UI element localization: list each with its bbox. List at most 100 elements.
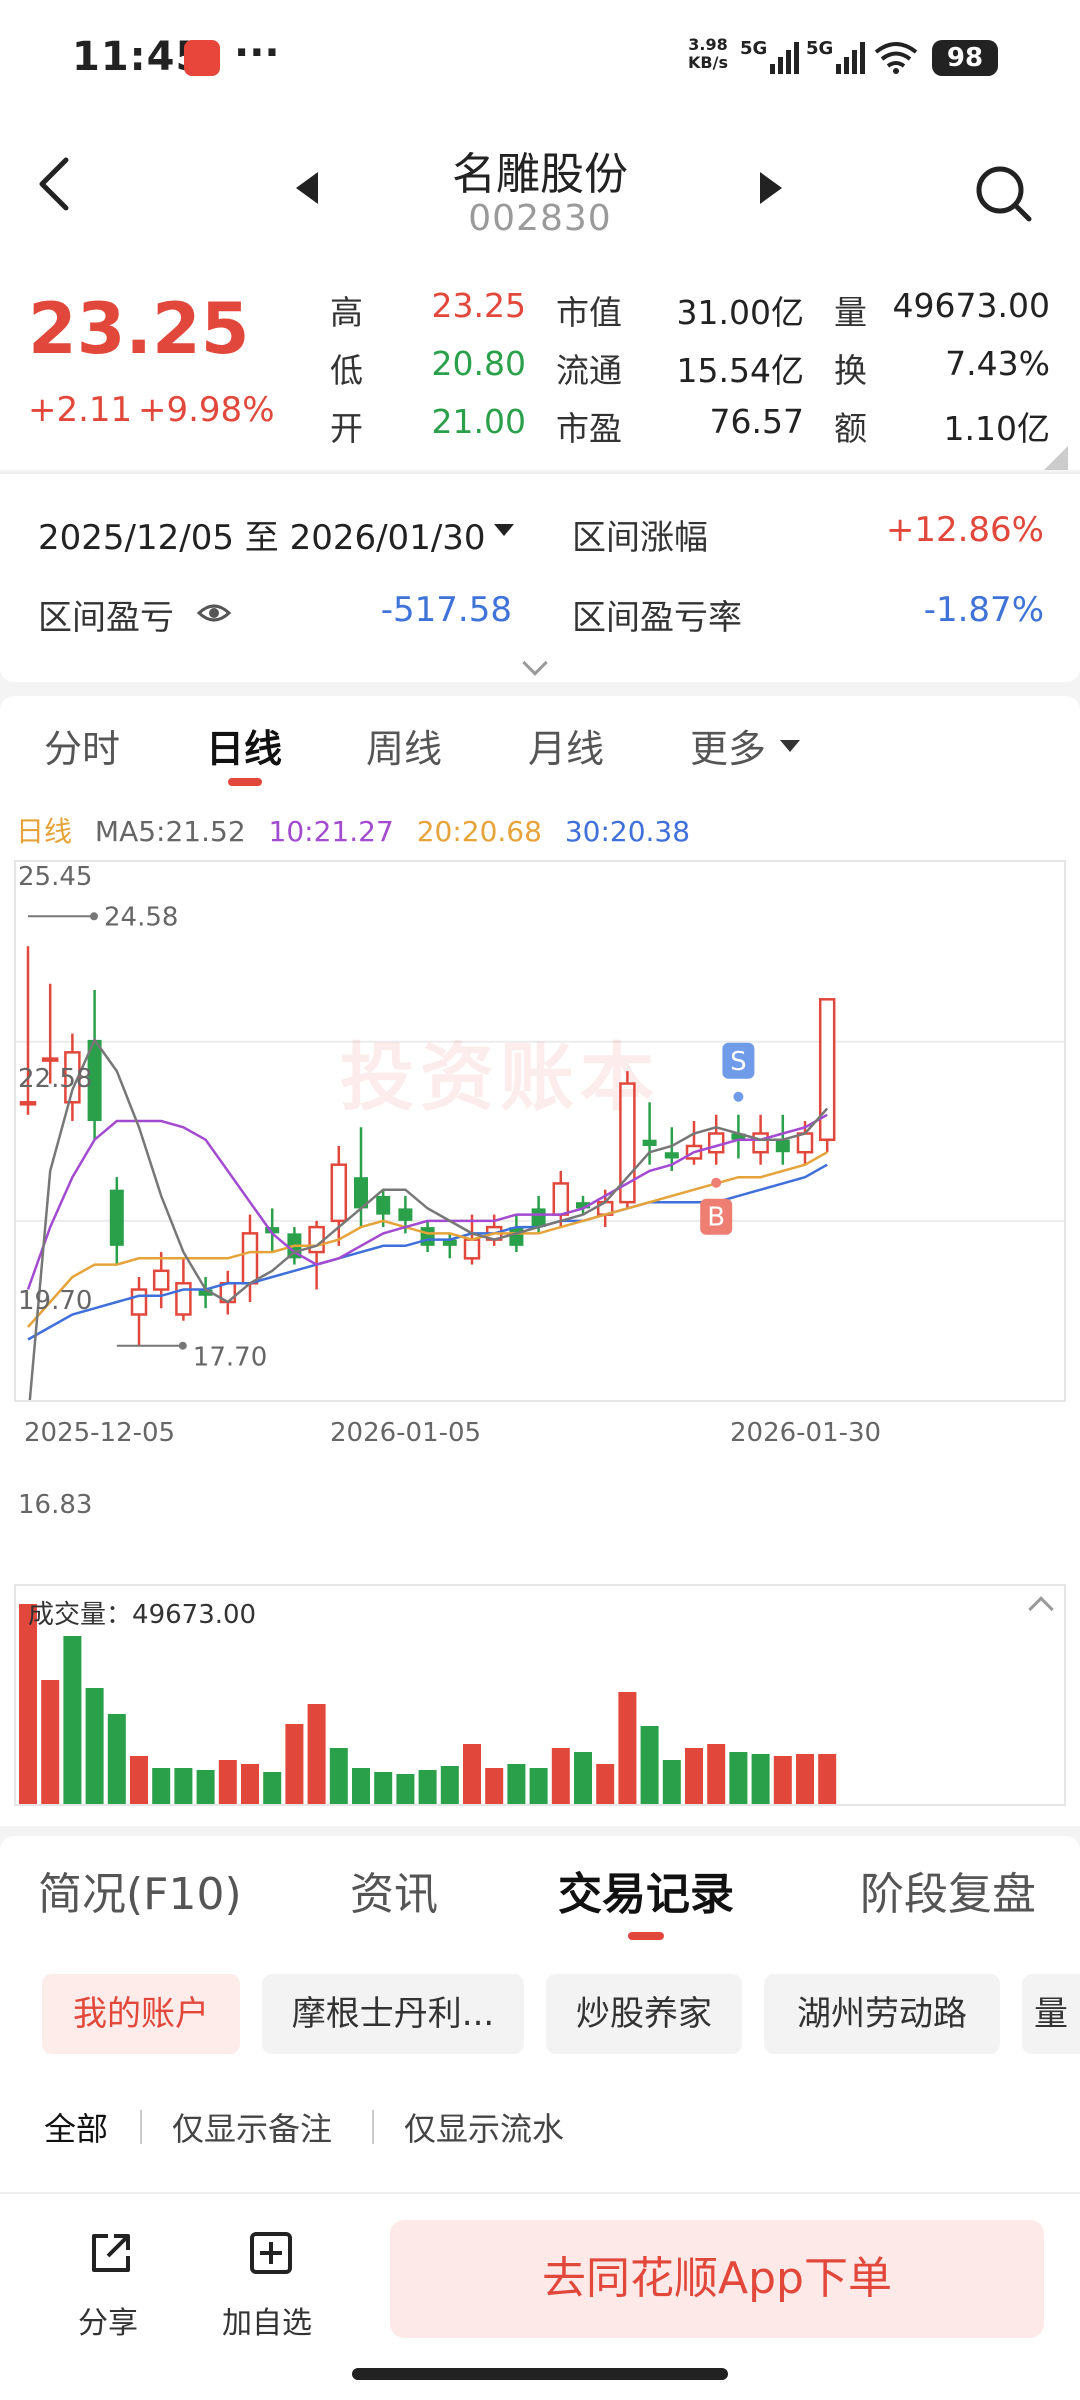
- account-chip-mine[interactable]: 我的账户: [42, 1974, 240, 2054]
- tab-intraday[interactable]: 分时: [44, 718, 120, 773]
- max-dot: [90, 912, 98, 921]
- eye-icon[interactable]: [196, 598, 232, 628]
- chart-section: 分时 日线 周线 月线 更多 日线 MA5:21.52 10:21.27 20:…: [0, 696, 1080, 1826]
- volume-bar: [551, 1748, 570, 1804]
- y-tick-top: 25.45: [18, 862, 93, 892]
- volume-bar: [196, 1770, 215, 1804]
- max-label: 24.58: [104, 902, 178, 932]
- tab-monthly[interactable]: 月线: [528, 718, 604, 773]
- y-tick-bottom: 16.83: [18, 1490, 93, 1520]
- range-gain-label: 区间涨幅: [572, 518, 708, 558]
- volume-bar: [307, 1704, 326, 1804]
- filter-notes[interactable]: 仅显示备注: [172, 2104, 332, 2150]
- sell-marker-label: S: [730, 1047, 747, 1077]
- tab-daily[interactable]: 日线: [206, 718, 282, 773]
- x-tick-end: 2026-01-30: [730, 1418, 882, 1448]
- stock-code: 002830: [468, 198, 612, 239]
- buy-dot: [711, 1177, 722, 1188]
- stock-header: 名雕股份 002830: [0, 110, 1080, 260]
- volume-bar: [130, 1756, 148, 1804]
- low-label: 低: [330, 351, 363, 390]
- account-chip-chaogu[interactable]: 炒股养家: [546, 1974, 742, 2054]
- volume-bar: [729, 1752, 748, 1804]
- add-favorite-button[interactable]: 加自选: [222, 2298, 312, 2342]
- high-value: 23.25: [431, 286, 526, 325]
- share-button[interactable]: 分享: [78, 2298, 138, 2342]
- stock-name: 名雕股份: [452, 149, 628, 200]
- account-chip-huzhou[interactable]: 湖州劳动路: [764, 1974, 1000, 2054]
- filter-flow[interactable]: 仅显示流水: [404, 2104, 564, 2150]
- volume-bar: [329, 1748, 348, 1804]
- net-speed-unit: KB/s: [688, 53, 728, 72]
- candle-body: [707, 1132, 725, 1154]
- ma-legend-title: 日线: [16, 815, 73, 848]
- range-gain-value: +12.86%: [885, 510, 1044, 550]
- volume-bar: [241, 1764, 259, 1804]
- account-chip-morgan[interactable]: 摩根士丹利...: [262, 1974, 524, 2054]
- share-icon[interactable]: [88, 2230, 134, 2276]
- date-range-select[interactable]: 2025/12/05 至 2026/01/30: [38, 510, 486, 559]
- watermark: 投资账本: [340, 1035, 660, 1121]
- candle-body: [642, 1139, 657, 1146]
- candle-body: [19, 1101, 37, 1106]
- account-chip-more[interactable]: 量: [1022, 1974, 1080, 2054]
- ma30-value: 30:20.38: [564, 815, 691, 848]
- tab-more[interactable]: 更多: [690, 718, 766, 773]
- candle-body: [241, 1232, 259, 1285]
- kline-chart[interactable]: 24.58 17.70 S B: [14, 860, 1066, 1421]
- search-icon[interactable]: [974, 164, 1034, 224]
- volume-bar: [85, 1688, 104, 1804]
- tab-weekly[interactable]: 周线: [366, 718, 442, 773]
- filter-all[interactable]: 全部: [44, 2104, 108, 2150]
- volume-bar: [418, 1770, 437, 1804]
- volume-bar: [618, 1692, 637, 1804]
- signal-icon-2: [836, 42, 865, 74]
- candle-body: [376, 1195, 391, 1215]
- volume-bar: [396, 1774, 415, 1804]
- quote-panel: 23.25 +2.11 +9.98% 高 23.25 市值 31.00亿 量 4…: [0, 260, 1080, 470]
- chart-period-tabs: 分时 日线 周线 月线 更多: [0, 696, 1080, 796]
- range-pnl-rate-value: -1.87%: [923, 590, 1044, 630]
- buy-marker-label: B: [707, 1203, 725, 1233]
- fold-corner-icon[interactable]: [1044, 446, 1068, 470]
- tab-trade-records[interactable]: 交易记录: [558, 1858, 734, 1922]
- candle-body: [152, 1269, 170, 1291]
- volume-bar: [596, 1764, 615, 1804]
- tab-stage-review[interactable]: 阶段复盘: [860, 1858, 1036, 1922]
- candle-body: [509, 1227, 524, 1246]
- chevron-down-icon[interactable]: [494, 524, 514, 536]
- range-pnl-label: 区间盈亏: [38, 598, 174, 638]
- home-indicator[interactable]: [352, 2368, 728, 2380]
- float-value: 15.54亿: [676, 351, 804, 390]
- next-stock-icon[interactable]: [760, 172, 782, 204]
- signal-label-2: 5G: [806, 38, 834, 59]
- candle-body: [796, 1132, 814, 1154]
- tab-active-indicator-2: [628, 1932, 664, 1940]
- volume-label: 量: [834, 293, 867, 332]
- expand-chevron-icon[interactable]: [522, 650, 548, 676]
- volume-bar: [440, 1766, 459, 1804]
- volume-bar: [574, 1752, 592, 1804]
- turnover-value: 7.43%: [945, 344, 1050, 383]
- tab-profile[interactable]: 简况(F10): [38, 1858, 242, 1922]
- add-favorite-icon[interactable]: [248, 2230, 294, 2276]
- amount-label: 额: [834, 409, 867, 448]
- candle-body: [775, 1139, 790, 1153]
- volume-bar: [640, 1726, 659, 1804]
- candle-body: [330, 1163, 348, 1223]
- volume-legend-value: 49673.00: [132, 1600, 257, 1630]
- ma-legend: 日线 MA5:21.52 10:21.27 20:20.68 30:20.38: [16, 810, 704, 850]
- volume-bar: [63, 1636, 82, 1804]
- volume-bar: [685, 1748, 703, 1804]
- wifi-icon: [874, 42, 918, 74]
- more-dropdown-icon[interactable]: [780, 740, 800, 752]
- ma5-value: MA5:21.52: [94, 815, 246, 848]
- net-speed-value: 3.98: [688, 35, 728, 54]
- volume-bar: [662, 1760, 681, 1804]
- order-button[interactable]: 去同花顺App下单: [390, 2220, 1044, 2338]
- volume-bar: [529, 1768, 548, 1804]
- open-value: 21.00: [431, 402, 526, 441]
- range-pnl-value: -517.58: [380, 590, 512, 630]
- tab-news[interactable]: 资讯: [350, 1858, 438, 1922]
- status-bar: 11:45 ··· 3.98 KB/s 5G 5G 98: [0, 0, 1080, 110]
